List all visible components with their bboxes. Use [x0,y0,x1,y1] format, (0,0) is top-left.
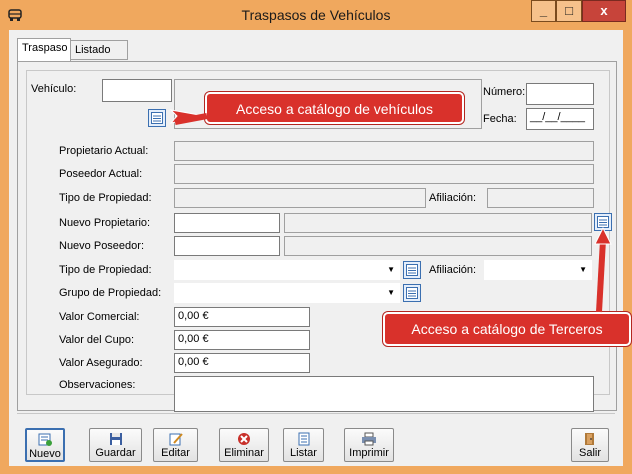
minimize-icon: _ [539,3,548,18]
editar-button[interactable]: Editar [153,428,198,462]
salir-button[interactable]: Salir [571,428,609,462]
imprimir-label: Imprimir [349,447,389,459]
exit-icon [582,432,598,446]
imprimir-button[interactable]: Imprimir [344,428,394,462]
window-frame-left [0,30,9,474]
window-frame-bottom [0,466,632,474]
listar-button[interactable]: Listar [283,428,324,462]
maximize-icon: □ [565,3,573,18]
tab-label: Traspaso [22,42,68,54]
delete-icon [236,432,252,446]
new-icon [37,433,53,447]
maximize-button[interactable]: □ [556,0,582,22]
close-button[interactable]: x [582,0,626,22]
eliminar-label: Eliminar [224,447,264,459]
app-window: Traspasos de Vehículos _ □ x Listado Tra… [0,0,632,474]
third-party-callout-arrow-shaft [596,239,606,313]
toolbar-separator [17,413,615,414]
nuevo-button[interactable]: Nuevo [25,428,65,462]
save-icon [108,432,124,446]
print-icon [361,432,377,446]
third-party-callout-arrow [594,226,612,245]
title-bar: Traspasos de Vehículos _ □ x [0,0,632,30]
eliminar-button[interactable]: Eliminar [219,428,269,462]
close-icon: x [600,3,608,18]
window-frame-right [623,30,632,474]
salir-label: Salir [578,447,601,459]
listar-label: Listar [290,447,317,459]
editar-label: Editar [161,447,190,459]
guardar-label: Guardar [95,447,136,459]
edit-icon [168,432,184,446]
client-area: Listado Traspaso Vehículo: Número: Fecha… [9,30,631,466]
guardar-button[interactable]: Guardar [89,428,142,462]
nuevo-label: Nuevo [29,448,61,460]
tab-traspaso[interactable]: Traspaso [17,38,71,61]
callout-arrows [169,109,612,313]
list-icon [296,432,312,446]
minimize-button[interactable]: _ [531,0,556,22]
